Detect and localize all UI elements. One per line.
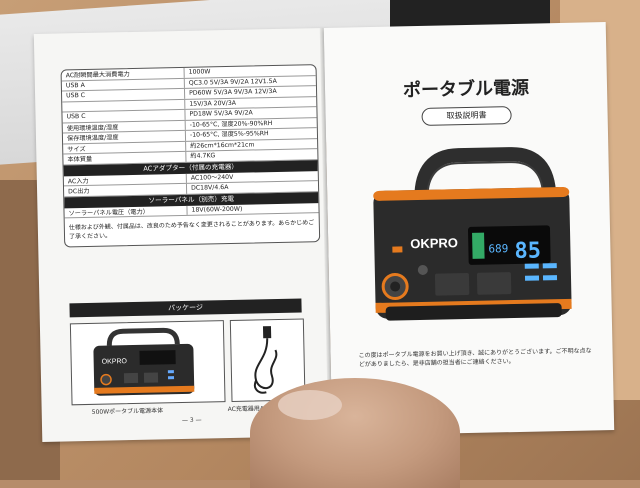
package-item-label: 500Wポータブル電源本体 bbox=[91, 407, 164, 416]
package-item-box: OKPRO bbox=[69, 320, 226, 406]
power-station-illustration: OKPRO 689 85 bbox=[373, 147, 572, 321]
spec-note: 仕様および外観、付属品は、改良のため予告なく変更されることがあります。あらかじめ… bbox=[68, 219, 315, 241]
mini-brand-text: OKPRO bbox=[102, 358, 128, 366]
lcd-small-readout: 689 bbox=[488, 242, 508, 255]
page-number: — 3 — bbox=[181, 416, 202, 425]
package-section-title: パッケージ bbox=[69, 298, 302, 318]
right-page: ポータブル電源 取扱説明書 OKPRO 689 85 この度はポータブル電源をお… bbox=[323, 22, 615, 436]
manual-subtitle: 取扱説明書 bbox=[421, 106, 512, 126]
intro-caption: この度はポータブル電源をお買い上げ頂き、誠にありがとうございます。ご不明な点など… bbox=[358, 347, 592, 369]
manual-booklet[interactable]: AC耐瞬間最大消費電力 1000W USB A QC3.0 5V/3A 9V/2A … bbox=[33, 22, 615, 442]
lcd-big-readout: 85 bbox=[514, 238, 541, 264]
hand-holding-booklet bbox=[250, 378, 460, 488]
left-page: AC耐瞬間最大消費電力 1000W USB A QC3.0 5V/3A 9V/2A … bbox=[33, 27, 333, 442]
thumbnail-highlight bbox=[278, 390, 342, 420]
brand-logo-text: OKPRO bbox=[410, 235, 458, 251]
spec-table: AC耐瞬間最大消費電力 1000W USB A QC3.0 5V/3A 9V/2A … bbox=[60, 64, 321, 248]
manual-title: ポータブル電源 bbox=[402, 77, 530, 102]
mini-power-station-illustration: OKPRO bbox=[93, 327, 195, 396]
